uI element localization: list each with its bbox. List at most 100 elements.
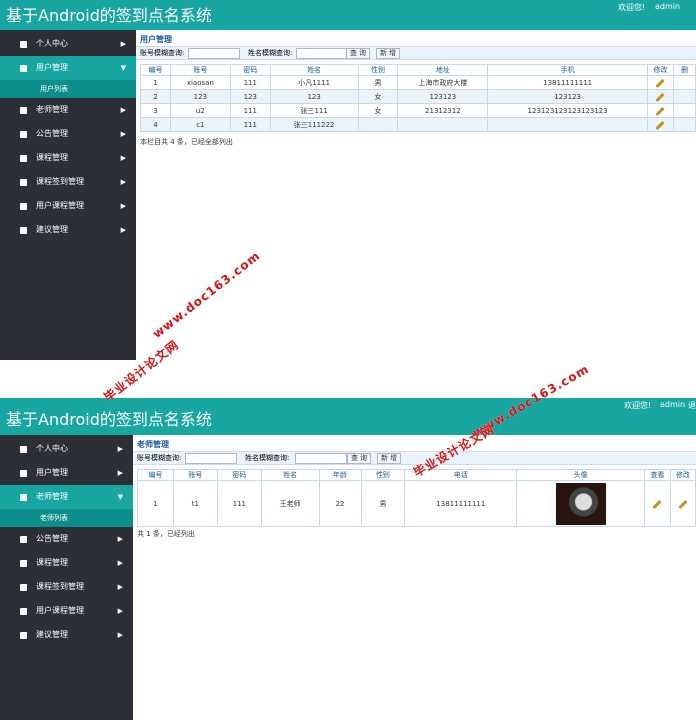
teacher-icon xyxy=(20,494,27,501)
user-course-icon xyxy=(20,608,27,615)
users-icon xyxy=(20,470,27,477)
avatar xyxy=(555,482,606,525)
admin-name[interactable]: admin xyxy=(655,2,680,11)
chevron-right-icon: ▶ xyxy=(117,583,123,591)
pencil-icon[interactable] xyxy=(655,78,666,88)
user-table: 编号 账号 密码 姓名 性别 地址 手机 修改 删 1 xiaosan 111 … xyxy=(140,64,696,132)
app-title: 基于Android的签到点名系统 xyxy=(6,410,212,429)
sidebar-item-notice-management[interactable]: 公告管理 ▶ xyxy=(0,122,136,146)
submenu-teacher-list[interactable]: 老师列表 xyxy=(0,509,133,527)
sidebar-item-personal-center[interactable]: 个人中心 ▶ xyxy=(0,32,136,56)
chevron-right-icon: ▶ xyxy=(117,535,123,543)
table-row: 1 t1 111 王老师 22 男 13811111111 xyxy=(137,480,696,527)
name-search-label: 姓名模糊查询: xyxy=(245,454,290,462)
main-content: 用户管理 账号模糊查询: 姓名模糊查询: 查 询 新 增 编号 账号 密码 姓名… xyxy=(136,30,696,360)
chevron-right-icon: ▶ xyxy=(120,226,126,234)
table-row: 2 123 123 123 女 123123 123123 xyxy=(140,89,696,104)
chevron-down-icon: ▼ xyxy=(120,64,126,72)
top-header: 基于Android的签到点名系统 欢迎您! admin 退 xyxy=(0,398,696,435)
sidebar-item-teacher-management[interactable]: 老师管理 ▶ xyxy=(0,98,136,122)
course-icon xyxy=(20,560,27,567)
name-search-input[interactable] xyxy=(295,453,347,464)
chevron-right-icon: ▶ xyxy=(120,154,126,162)
edit-cell xyxy=(647,75,674,90)
table-row: 3 u2 111 张三111 女 21312312 12312312312312… xyxy=(140,103,696,118)
teacher-icon xyxy=(20,107,27,114)
user-icon xyxy=(20,41,27,48)
sidebar-item-user-course-management[interactable]: 用户课程管理 ▶ xyxy=(0,194,136,218)
user-icon xyxy=(20,446,27,453)
chevron-right-icon: ▶ xyxy=(120,40,126,48)
pencil-icon[interactable] xyxy=(655,120,666,130)
main-content: 老师管理 账号模糊查询: 姓名模糊查询: 查 询 新 增 编号 账号 密码 姓名… xyxy=(133,435,696,720)
account-search-label: 账号模糊查询: xyxy=(137,454,182,462)
sidebar-item-user-management[interactable]: 用户管理 ▶ xyxy=(0,461,133,485)
account-search-input[interactable] xyxy=(188,48,240,59)
users-icon xyxy=(20,65,27,72)
sidebar-item-course-management[interactable]: 课程管理 ▶ xyxy=(0,146,136,170)
chevron-right-icon: ▶ xyxy=(117,445,123,453)
chevron-right-icon: ▶ xyxy=(117,559,123,567)
screenshot-teacher-management: 基于Android的签到点名系统 欢迎您! admin 退 个人中心 ▶ 用户管… xyxy=(0,398,696,720)
panel-title: 用户管理 xyxy=(140,35,172,44)
panel-title: 老师管理 xyxy=(137,440,169,449)
suggestion-icon xyxy=(20,632,27,639)
chevron-right-icon: ▶ xyxy=(120,202,126,210)
add-button[interactable]: 新 增 xyxy=(377,453,401,464)
chevron-right-icon: ▶ xyxy=(117,469,123,477)
sidebar-item-user-management[interactable]: 用户管理 ▼ xyxy=(0,56,136,80)
pencil-icon[interactable] xyxy=(652,499,663,509)
welcome-text: 欢迎您! xyxy=(624,401,652,410)
chevron-down-icon: ▼ xyxy=(117,493,123,501)
user-course-icon xyxy=(20,203,27,210)
edit-cell xyxy=(647,103,674,118)
chevron-right-icon: ▶ xyxy=(120,130,126,138)
record-count: 本栏目共 4 条，已经全部列出 xyxy=(140,138,233,146)
course-icon xyxy=(20,155,27,162)
sidebar: 个人中心 ▶ 用户管理 ▼ 用户列表 老师管理 ▶ 公告管理 ▶ 课程管理 ▶ … xyxy=(0,30,136,360)
edit-cell xyxy=(647,89,674,104)
screenshot-user-management: 基于Android的签到点名系统 欢迎您! admin 个人中心 ▶ 用户管理 … xyxy=(0,0,696,360)
sidebar-item-notice-management[interactable]: 公告管理 ▶ xyxy=(0,527,133,551)
chevron-right-icon: ▶ xyxy=(117,631,123,639)
table-row: 4 c1 111 张三111222 xyxy=(140,117,696,132)
checkin-icon xyxy=(20,584,27,591)
query-button[interactable]: 查 询 xyxy=(346,48,370,59)
pencil-icon[interactable] xyxy=(655,92,666,102)
edit-cell xyxy=(669,480,696,527)
welcome-text: 欢迎您! xyxy=(618,3,646,12)
top-header: 基于Android的签到点名系统 欢迎您! admin xyxy=(0,0,696,30)
sidebar-item-user-course-management[interactable]: 用户课程管理 ▶ xyxy=(0,599,133,623)
record-count: 共 1 条，已经列出 xyxy=(137,530,195,538)
pencil-icon[interactable] xyxy=(678,499,688,509)
name-search-input[interactable] xyxy=(296,48,348,59)
sidebar: 个人中心 ▶ 用户管理 ▶ 老师管理 ▼ 老师列表 公告管理 ▶ 课程管理 ▶ … xyxy=(0,435,133,720)
edit-cell xyxy=(647,117,674,132)
pencil-icon[interactable] xyxy=(655,106,666,116)
admin-name[interactable]: admin xyxy=(660,400,685,409)
sidebar-item-personal-center[interactable]: 个人中心 ▶ xyxy=(0,437,133,461)
query-button[interactable]: 查 询 xyxy=(347,453,371,464)
add-button[interactable]: 新 增 xyxy=(376,48,400,59)
sidebar-item-checkin-management[interactable]: 课程签到管理 ▶ xyxy=(0,575,133,599)
logout-link[interactable]: 退 xyxy=(688,400,696,411)
sidebar-item-checkin-management[interactable]: 课程签到管理 ▶ xyxy=(0,170,136,194)
view-cell xyxy=(644,480,671,527)
account-search-input[interactable] xyxy=(185,453,237,464)
notice-icon xyxy=(20,536,27,543)
suggestion-icon xyxy=(20,227,27,234)
sidebar-item-suggestion-management[interactable]: 建议管理 ▶ xyxy=(0,218,136,242)
checkin-icon xyxy=(20,179,27,186)
app-title: 基于Android的签到点名系统 xyxy=(6,6,212,25)
submenu-user-list[interactable]: 用户列表 xyxy=(0,80,136,98)
name-search-label: 姓名模糊查询: xyxy=(248,49,293,57)
sidebar-item-suggestion-management[interactable]: 建议管理 ▶ xyxy=(0,623,133,647)
sidebar-item-teacher-management[interactable]: 老师管理 ▼ xyxy=(0,485,133,509)
chevron-right-icon: ▶ xyxy=(120,106,126,114)
sidebar-item-course-management[interactable]: 课程管理 ▶ xyxy=(0,551,133,575)
search-bar: 账号模糊查询: 姓名模糊查询: 查 询 新 增 xyxy=(136,46,696,60)
account-search-label: 账号模糊查询: xyxy=(140,49,185,57)
avatar-cell xyxy=(516,480,646,527)
notice-icon xyxy=(20,131,27,138)
chevron-right-icon: ▶ xyxy=(120,178,126,186)
